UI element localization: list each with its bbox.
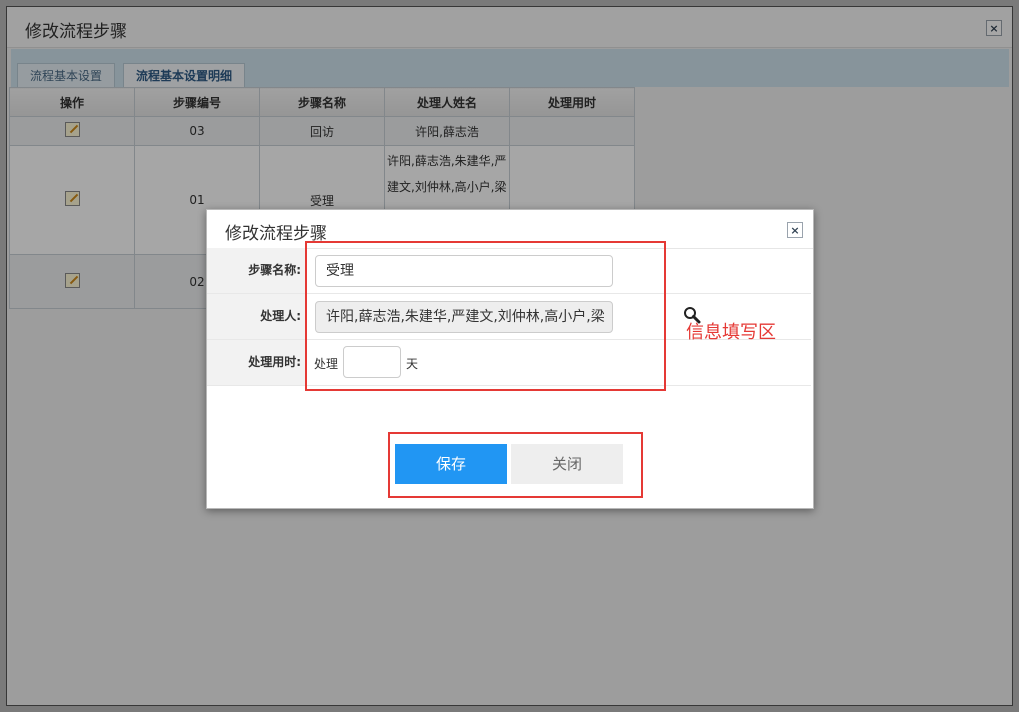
step-name-label: 步骤名称: (207, 248, 307, 293)
info-area-annotation: 信息填写区 (686, 322, 776, 343)
info-area-highlight (305, 241, 666, 391)
buttons-highlight (388, 432, 643, 498)
handler-label: 处理人: (207, 294, 307, 339)
duration-label: 处理用时: (207, 340, 307, 385)
dialog-close-icon[interactable]: × (787, 222, 803, 238)
